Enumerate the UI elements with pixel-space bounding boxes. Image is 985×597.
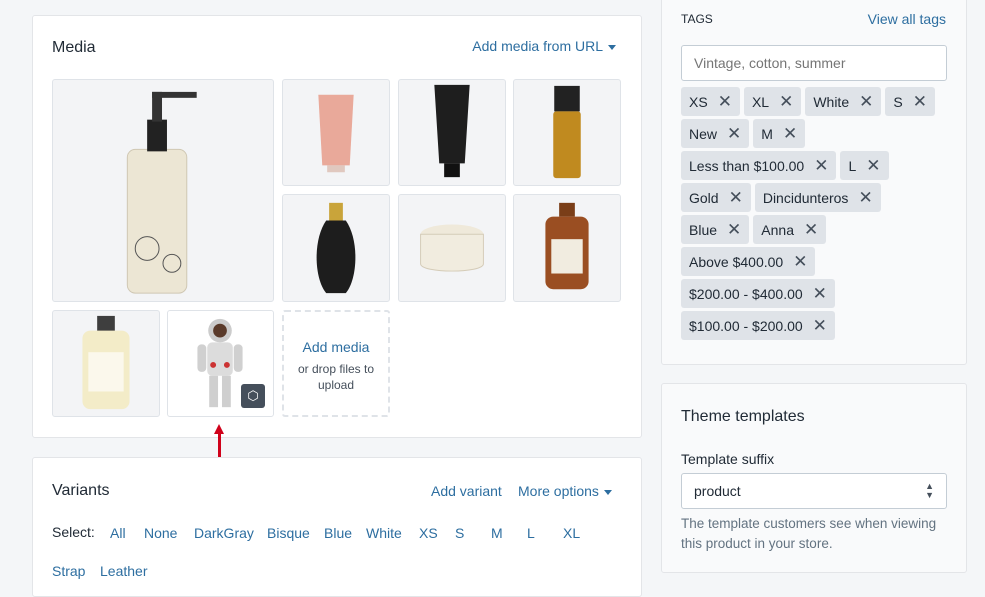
tag-label: M [761,125,773,142]
remove-tag-icon[interactable]: ✕ [729,188,743,208]
add-media-from-url-button[interactable]: Add media from URL [472,38,616,54]
tag: $100.00 - $200.00 ✕ [681,311,835,340]
annotation-arrowhead [214,424,224,434]
select-darkgray[interactable]: DarkGray [194,525,254,541]
tag-label: L [848,157,857,174]
tag-label: Dincidunteros [762,189,849,206]
annotation-arrow [218,430,221,460]
tag: S ✕ [885,87,935,116]
tags-title: TAGS [681,12,713,26]
variants-title: Variants [52,482,110,499]
tag: Above $400.00 ✕ [681,247,816,276]
tag: Dincidunteros ✕ [754,183,881,212]
add-media-dropzone[interactable]: Add media or drop files to upload [282,310,390,417]
template-suffix-select[interactable]: product ▲ ▼ [681,473,947,509]
media-item-gold-spray[interactable] [513,79,621,186]
select-blue[interactable]: Blue [324,525,352,541]
more-options-button[interactable]: More options [518,483,612,499]
select-l[interactable]: L [527,525,535,541]
select-white[interactable]: White [366,525,402,541]
select-strap[interactable]: Strap [52,563,85,579]
tag: M ✕ [753,119,806,148]
media-item-amber-bottle[interactable] [513,194,621,302]
tag: XS ✕ [681,87,740,116]
remove-tag-icon[interactable]: ✕ [866,156,880,176]
tag-label: XS [689,93,708,110]
select-xl[interactable]: XL [563,525,580,541]
media-item-soap-dispenser[interactable] [52,79,274,302]
tag-label: Gold [689,189,719,206]
tag: Blue ✕ [681,215,750,244]
template-suffix-help: The template customers see when viewing … [681,516,937,551]
caret-down-icon [608,44,616,50]
remove-tag-icon[interactable]: ✕ [783,124,797,144]
media-item-pink-tube[interactable] [282,79,390,186]
template-suffix-label: Template suffix [681,451,775,467]
select-none[interactable]: None [144,525,177,541]
select-s[interactable]: S [455,525,464,541]
remove-tag-icon[interactable]: ✕ [913,92,927,112]
template-suffix-value: product [694,483,741,499]
select-m[interactable]: M [491,525,503,541]
tag-label: Anna [761,221,794,238]
select-label: Select: [52,524,95,540]
tag-label: White [813,93,850,110]
caret-down-icon [603,489,612,495]
tag: White ✕ [805,87,882,116]
media-item-astronaut-3d-model[interactable]: ⬡ [167,310,274,417]
add-variant-button[interactable]: Add variant [431,483,502,499]
select-all[interactable]: All [110,525,126,541]
tag-label: $200.00 - $400.00 [689,285,803,302]
remove-tag-icon[interactable]: ✕ [814,156,828,176]
tag: L ✕ [840,151,889,180]
variants-card: Variants Add variant More options Select… [32,457,642,597]
select-arrows-icon: ▲ ▼ [925,481,934,500]
tags-input[interactable] [681,45,947,81]
add-media-from-url-label: Add media from URL [472,38,603,54]
remove-tag-icon[interactable]: ✕ [813,284,827,304]
remove-tag-icon[interactable]: ✕ [779,92,793,112]
3d-model-badge-icon: ⬡ [241,384,265,408]
theme-templates-title: Theme templates [681,408,805,425]
media-item-cream-bottle[interactable] [52,310,160,417]
theme-templates-card: Theme templates Template suffix product … [661,383,967,573]
tag-label: Blue [689,221,718,238]
remove-tag-icon[interactable]: ✕ [858,188,872,208]
media-title: Media [52,39,96,56]
tag: Gold ✕ [681,183,751,212]
drop-files-hint: or drop files to upload [297,362,375,392]
media-item-perfume-bottle[interactable] [282,194,390,302]
media-item-cream-jar[interactable] [398,194,506,302]
tag-label: Above $400.00 [689,253,784,270]
add-media-link[interactable]: Add media [284,339,388,355]
remove-tag-icon[interactable]: ✕ [718,92,732,112]
tag-label: New [689,125,718,142]
more-options-label: More options [518,483,599,499]
remove-tag-icon[interactable]: ✕ [727,220,741,240]
tag-label: $100.00 - $200.00 [689,317,803,334]
tag: XL ✕ [743,87,802,116]
media-item-black-tube[interactable] [398,79,506,186]
select-xs[interactable]: XS [419,525,438,541]
tag-label: S [893,93,903,110]
select-bisque[interactable]: Bisque [267,525,310,541]
remove-tag-icon[interactable]: ✕ [804,220,818,240]
remove-tag-icon[interactable]: ✕ [859,92,873,112]
tag-list: XS ✕ XL ✕ White ✕ S ✕ New ✕ M ✕ Less than $100.00 ✕… [681,87,951,343]
tag: $200.00 - $400.00 ✕ [681,279,835,308]
tag: Less than $100.00 ✕ [681,151,837,180]
remove-tag-icon[interactable]: ✕ [727,124,741,144]
tag-label: Less than $100.00 [689,157,805,174]
remove-tag-icon[interactable]: ✕ [793,252,807,272]
tag-label: XL [751,93,770,110]
view-all-tags-link[interactable]: View all tags [868,11,946,27]
tag: New ✕ [681,119,750,148]
remove-tag-icon[interactable]: ✕ [813,316,827,336]
select-leather[interactable]: Leather [100,563,147,579]
tag: Anna ✕ [753,215,827,244]
